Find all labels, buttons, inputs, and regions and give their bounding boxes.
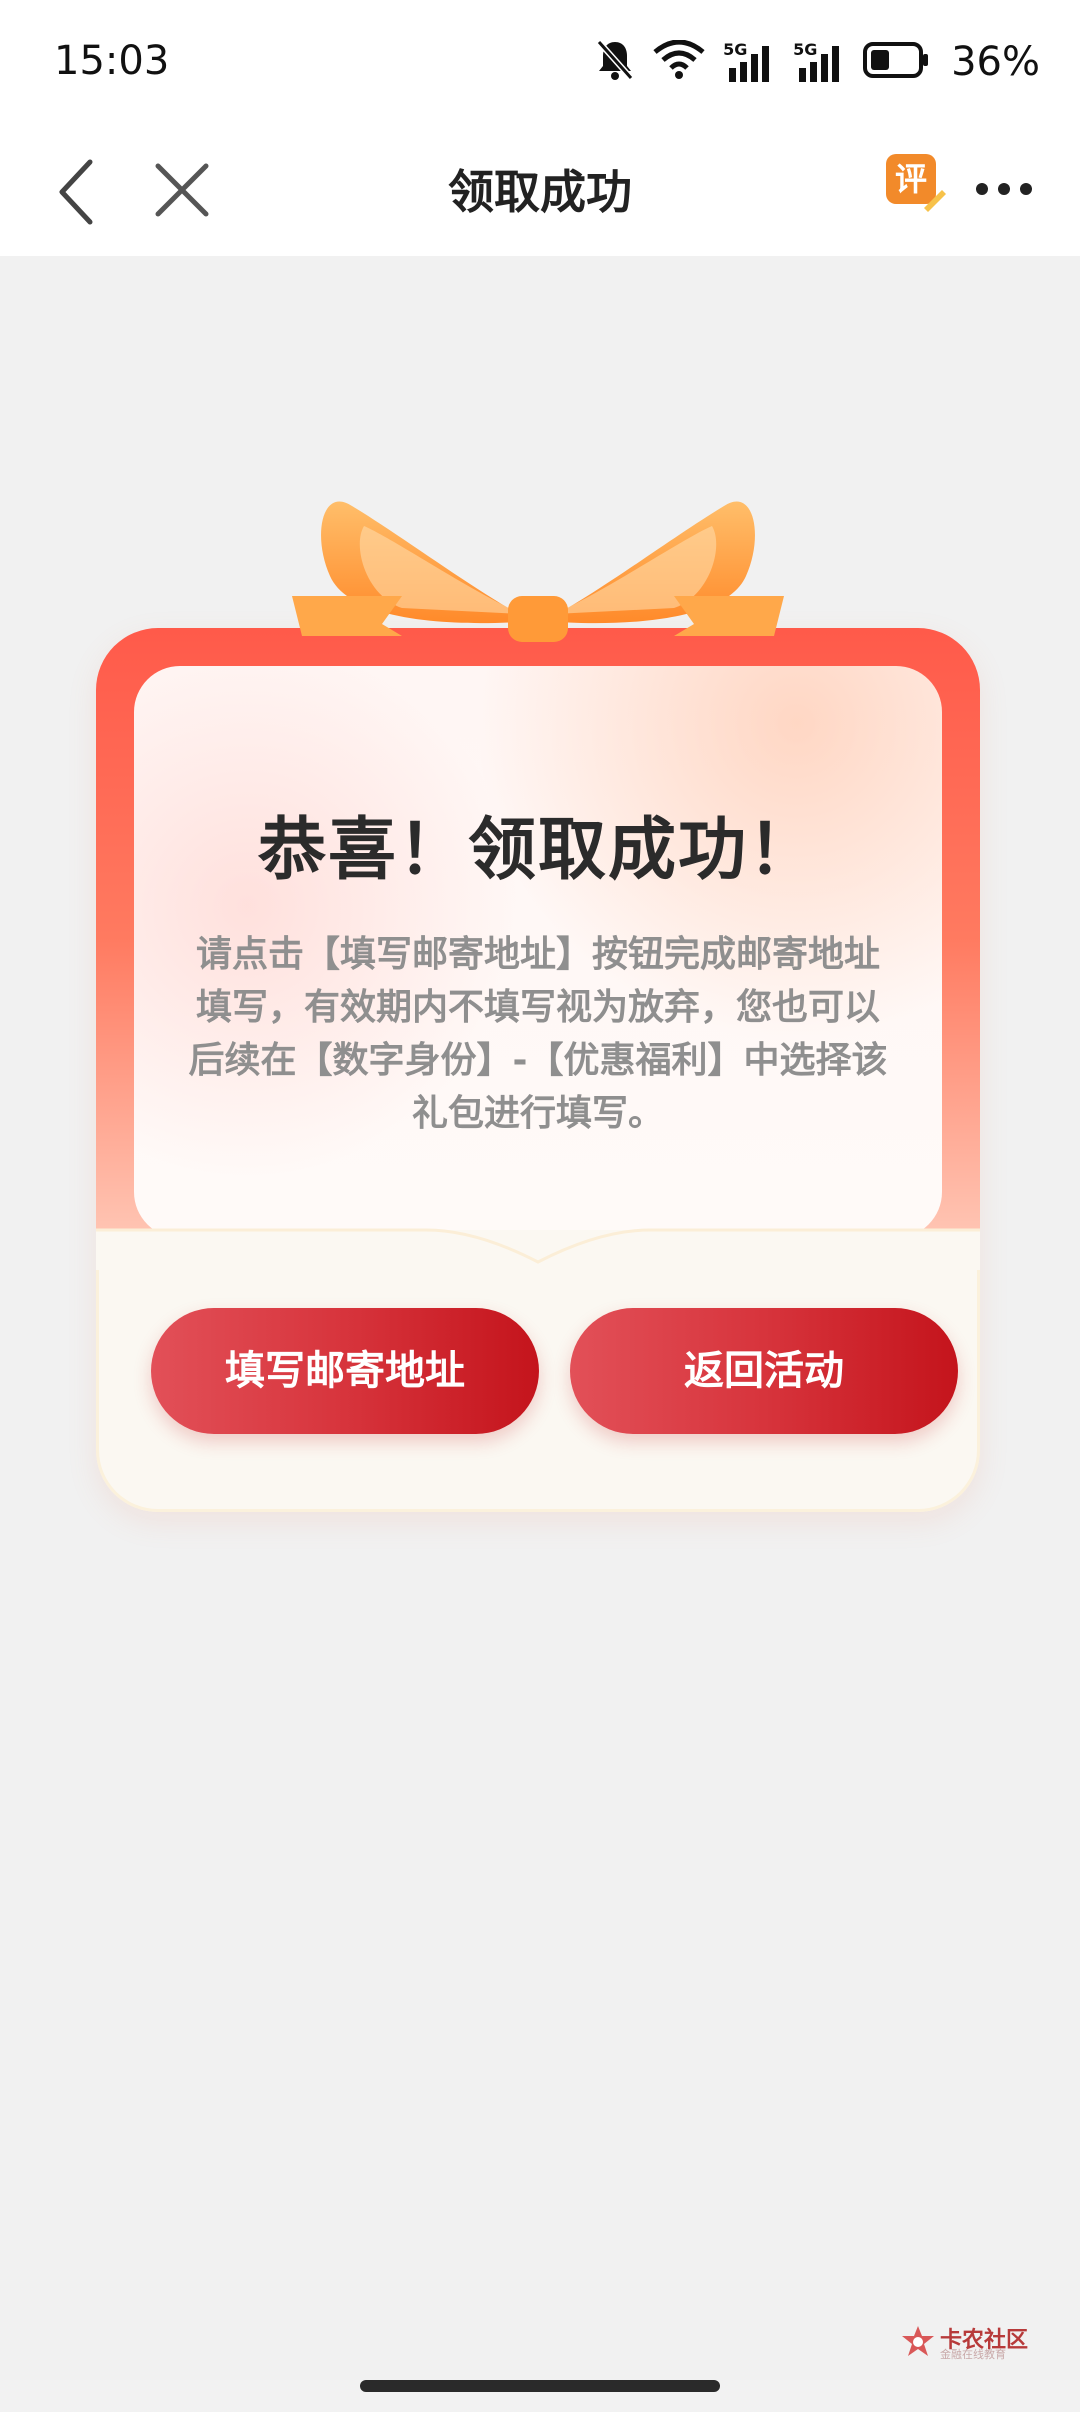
watermark-logo-icon <box>900 2324 936 2364</box>
bell-muted-icon <box>595 38 635 86</box>
review-icon[interactable]: 评 <box>884 152 946 214</box>
home-indicator[interactable] <box>360 2380 720 2392</box>
signal-icon: 5G <box>723 40 775 84</box>
success-title: 恭喜！领取成功！ <box>257 811 818 890</box>
battery-percent: 36% <box>951 39 1040 85</box>
success-description: 请点击【填写邮寄地址】按钮完成邮寄地址填写，有效期内不填写视为放弃，您也可以后续… <box>188 934 888 1134</box>
ribbon-bow-icon <box>292 501 784 642</box>
fill-address-button[interactable]: 填写邮寄地址 <box>151 1308 539 1434</box>
card-divider-notch <box>96 1228 980 1270</box>
watermark-tagline: 金融在线教育 <box>940 2348 1006 2361</box>
navigation-bar: 领取成功 评 <box>0 128 1080 256</box>
battery-icon <box>863 42 929 82</box>
signal-icon: 5G <box>793 40 845 84</box>
status-time: 15:03 <box>54 38 170 84</box>
wifi-icon <box>653 39 705 84</box>
back-to-activity-button[interactable]: 返回活动 <box>570 1308 958 1434</box>
status-bar: 15:03 5G 5G 36% <box>0 0 1080 128</box>
more-icon[interactable] <box>970 164 1038 214</box>
status-icons: 5G 5G 36% <box>595 34 1040 90</box>
review-icon-char: 评 <box>894 160 927 198</box>
watermark: 卡农社区 金融在线教育 <box>896 2322 1066 2362</box>
